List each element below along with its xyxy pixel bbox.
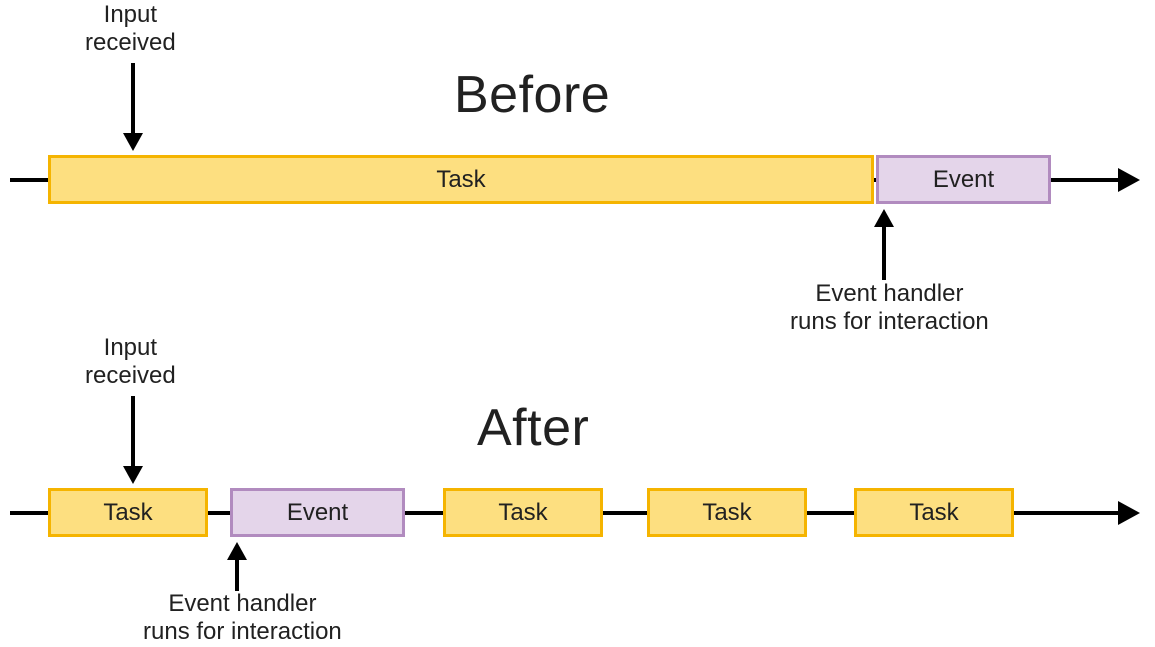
annot-text-line2: runs for interaction	[143, 618, 342, 646]
annot-text-line1: Input	[85, 334, 176, 362]
after-input-arrow-head	[123, 466, 143, 484]
annot-text-line2: runs for interaction	[790, 308, 989, 336]
before-task-box: Task	[48, 155, 874, 204]
annot-text-line2: received	[85, 362, 176, 390]
title-before: Before	[454, 65, 610, 125]
before-input-annotation: Input received	[85, 1, 176, 56]
annot-text-line1: Input	[85, 1, 176, 29]
after-task-box-2: Task	[443, 488, 603, 537]
task-label: Task	[909, 499, 958, 527]
after-input-annotation: Input received	[85, 334, 176, 389]
after-task-box-4: Task	[854, 488, 1014, 537]
annot-text-line1: Event handler	[143, 590, 342, 618]
before-event-handler-arrow-head	[874, 209, 894, 227]
title-after: After	[477, 398, 589, 458]
diagram-stage: Before Task Event Input received Event h…	[0, 0, 1155, 647]
event-label: Event	[287, 499, 348, 527]
before-event-handler-annotation: Event handler runs for interaction	[790, 280, 989, 335]
after-input-arrow-line	[131, 396, 135, 468]
before-event-handler-arrow-line	[882, 225, 886, 280]
after-event-box: Event	[230, 488, 405, 537]
before-input-arrow-head	[123, 133, 143, 151]
after-task-box-3: Task	[647, 488, 807, 537]
timeline-arrowhead-after	[1118, 501, 1140, 525]
annot-text-line1: Event handler	[790, 280, 989, 308]
timeline-arrowhead-before	[1118, 168, 1140, 192]
event-label: Event	[933, 166, 994, 194]
after-event-handler-arrow-head	[227, 542, 247, 560]
after-event-handler-annotation: Event handler runs for interaction	[143, 590, 342, 645]
task-label: Task	[498, 499, 547, 527]
task-label: Task	[436, 166, 485, 194]
after-task-box-1: Task	[48, 488, 208, 537]
task-label: Task	[103, 499, 152, 527]
annot-text-line2: received	[85, 29, 176, 57]
task-label: Task	[702, 499, 751, 527]
before-input-arrow-line	[131, 63, 135, 135]
before-event-box: Event	[876, 155, 1051, 204]
after-event-handler-arrow-line	[235, 558, 239, 591]
